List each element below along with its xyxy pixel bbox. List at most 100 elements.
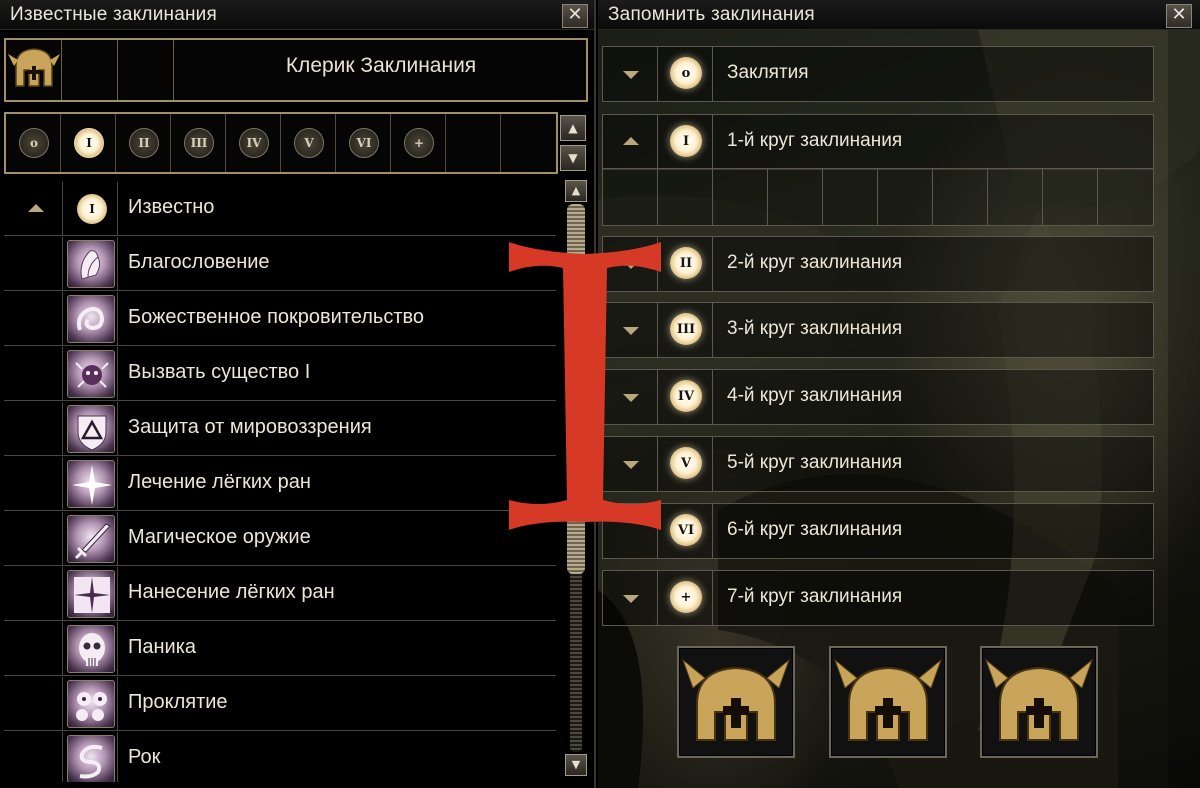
level-tab-cantrips[interactable]: o [6, 114, 61, 172]
memorize-row-level-7[interactable]: + 7-й круг заклинания [602, 570, 1154, 626]
spell-label: Проклятие [128, 691, 228, 713]
spell-slot[interactable] [1043, 169, 1098, 225]
healing-star-icon [67, 460, 115, 508]
helmet-button-1[interactable] [677, 646, 795, 758]
spell-slot[interactable] [878, 169, 933, 225]
level-tab-1[interactable]: I [61, 114, 116, 172]
expand-arrow-icon[interactable] [623, 394, 639, 402]
known-list-scrollbar[interactable]: ▲ ▼ [564, 180, 588, 782]
memorize-row-label: Заклятия [727, 62, 809, 83]
memorize-spells-window: Запомнить заклинания ✕ o Заклятия I 1-й … [598, 0, 1200, 788]
spell-row[interactable]: Вызвать существо I [4, 347, 556, 401]
level-tab-empty-1[interactable] [446, 114, 501, 172]
expand-arrow-icon[interactable] [623, 327, 639, 335]
level-tab-4[interactable]: IV [226, 114, 281, 172]
level-tab-empty-2[interactable] [501, 114, 556, 172]
spell-slot[interactable] [713, 169, 768, 225]
memorize-row-level-2[interactable]: II 2-й круг заклинания [602, 236, 1154, 292]
spell-slot[interactable] [823, 169, 878, 225]
expand-arrow-icon[interactable] [623, 71, 639, 79]
collapse-arrow-icon[interactable] [623, 137, 639, 145]
rune-icon: I [74, 128, 104, 158]
level-tab-7[interactable]: + [391, 114, 446, 172]
spell-row[interactable]: Рок [4, 732, 556, 782]
sword-icon [67, 515, 115, 563]
rune-icon: + [670, 581, 702, 613]
rune-icon: II [670, 247, 702, 279]
rune-icon: III [670, 313, 702, 345]
level-tab-6[interactable]: VI [336, 114, 391, 172]
memorize-scroll-strip[interactable] [1168, 30, 1200, 788]
expand-arrow-icon[interactable] [623, 595, 639, 603]
rune-icon: IV [239, 128, 269, 158]
shield-triangle-icon [67, 405, 115, 453]
ankh-swirl-icon [67, 295, 115, 343]
spell-label: Паника [128, 636, 197, 658]
level-scroll-down-button[interactable]: ▼ [560, 145, 586, 171]
collapse-arrow-icon[interactable] [28, 204, 44, 212]
class-tab-cleric[interactable] [6, 40, 62, 100]
spell-slot[interactable] [1098, 169, 1153, 225]
level-tab-5[interactable]: V [281, 114, 336, 172]
close-icon[interactable]: ✕ [1166, 4, 1192, 28]
class-selector-row: Клерик Заклинания [4, 38, 588, 102]
helmet-button-3[interactable] [980, 646, 1098, 758]
spell-row[interactable]: Защита от мировоззрения [4, 402, 556, 456]
class-tab-empty-1[interactable] [62, 40, 118, 100]
memorize-row-level-1[interactable]: I 1-й круг заклинания [602, 114, 1154, 170]
memorize-titlebar[interactable]: Запомнить заклинания ✕ [598, 0, 1200, 30]
spell-row[interactable]: Нанесение лёгких ран [4, 567, 556, 621]
memorize-row-level-4[interactable]: IV 4-й круг заклинания [602, 369, 1154, 425]
level-tab-2[interactable]: II [116, 114, 171, 172]
helmet-icon [8, 48, 60, 87]
helmet-button-2[interactable] [829, 646, 947, 758]
spell-row[interactable]: Лечение лёгких ран [4, 457, 556, 511]
memorize-row-label: 1-й круг заклинания [727, 130, 903, 151]
spell-row[interactable]: Проклятие [4, 677, 556, 731]
known-spells-titlebar[interactable]: Известные заклинания ✕ [0, 0, 594, 30]
spell-row[interactable]: Божественное покровительство [4, 292, 556, 346]
memorize-row-label: 2-й круг заклинания [727, 252, 903, 273]
scroll-down-button[interactable]: ▼ [565, 754, 587, 776]
curse-faces-icon [67, 680, 115, 728]
spell-row[interactable]: Паника [4, 622, 556, 676]
close-icon[interactable]: ✕ [562, 4, 588, 28]
rune-icon: IV [670, 380, 702, 412]
spell-slot[interactable] [988, 169, 1043, 225]
expand-arrow-icon[interactable] [623, 461, 639, 469]
rune-icon: o [670, 57, 702, 89]
spell-row[interactable]: Магическое оружие [4, 512, 556, 566]
memorize-row-cantrips[interactable]: o Заклятия [602, 46, 1154, 102]
spell-label: Защита от мировоззрения [128, 416, 372, 438]
level-scroll-up-button[interactable]: ▲ [560, 115, 586, 141]
list-header-row[interactable]: I Известно [4, 182, 556, 236]
memorize-row-level-5[interactable]: V 5-й круг заклинания [602, 436, 1154, 492]
memorize-row-level-3[interactable]: III 3-й круг заклинания [602, 302, 1154, 358]
memorize-row-label: 5-й круг заклинания [727, 452, 903, 473]
level-tab-3[interactable]: III [171, 114, 226, 172]
rune-icon: V [294, 128, 324, 158]
rune-icon: V [670, 447, 702, 479]
scroll-thumb[interactable] [567, 204, 585, 574]
known-spells-title: Известные заклинания [10, 4, 217, 25]
class-tab-empty-2[interactable] [118, 40, 174, 100]
scroll-up-button[interactable]: ▲ [565, 180, 587, 202]
expand-arrow-icon[interactable] [623, 261, 639, 269]
memorize-row-label: 7-й круг заклинания [727, 586, 903, 607]
spell-label: Божественное покровительство [128, 306, 425, 328]
summon-creature-icon [67, 350, 115, 398]
list-header-label: Известно [128, 196, 215, 218]
spell-slot[interactable] [933, 169, 988, 225]
known-spell-list: I Известно Благословение Божественное по… [4, 182, 556, 782]
rune-icon: + [404, 128, 434, 158]
spell-row[interactable]: Благословение [4, 237, 556, 291]
memorize-row-level-6[interactable]: VI 6-й круг заклинания [602, 503, 1154, 559]
spell-slot[interactable] [603, 169, 658, 225]
rune-icon: VI [349, 128, 379, 158]
spell-slot[interactable] [658, 169, 713, 225]
spell-slot[interactable] [768, 169, 823, 225]
memorized-slots-row [602, 168, 1154, 226]
spell-label: Вызвать существо I [128, 361, 311, 383]
spell-label: Рок [128, 746, 161, 768]
class-name-label: Клерик Заклинания [285, 54, 477, 77]
